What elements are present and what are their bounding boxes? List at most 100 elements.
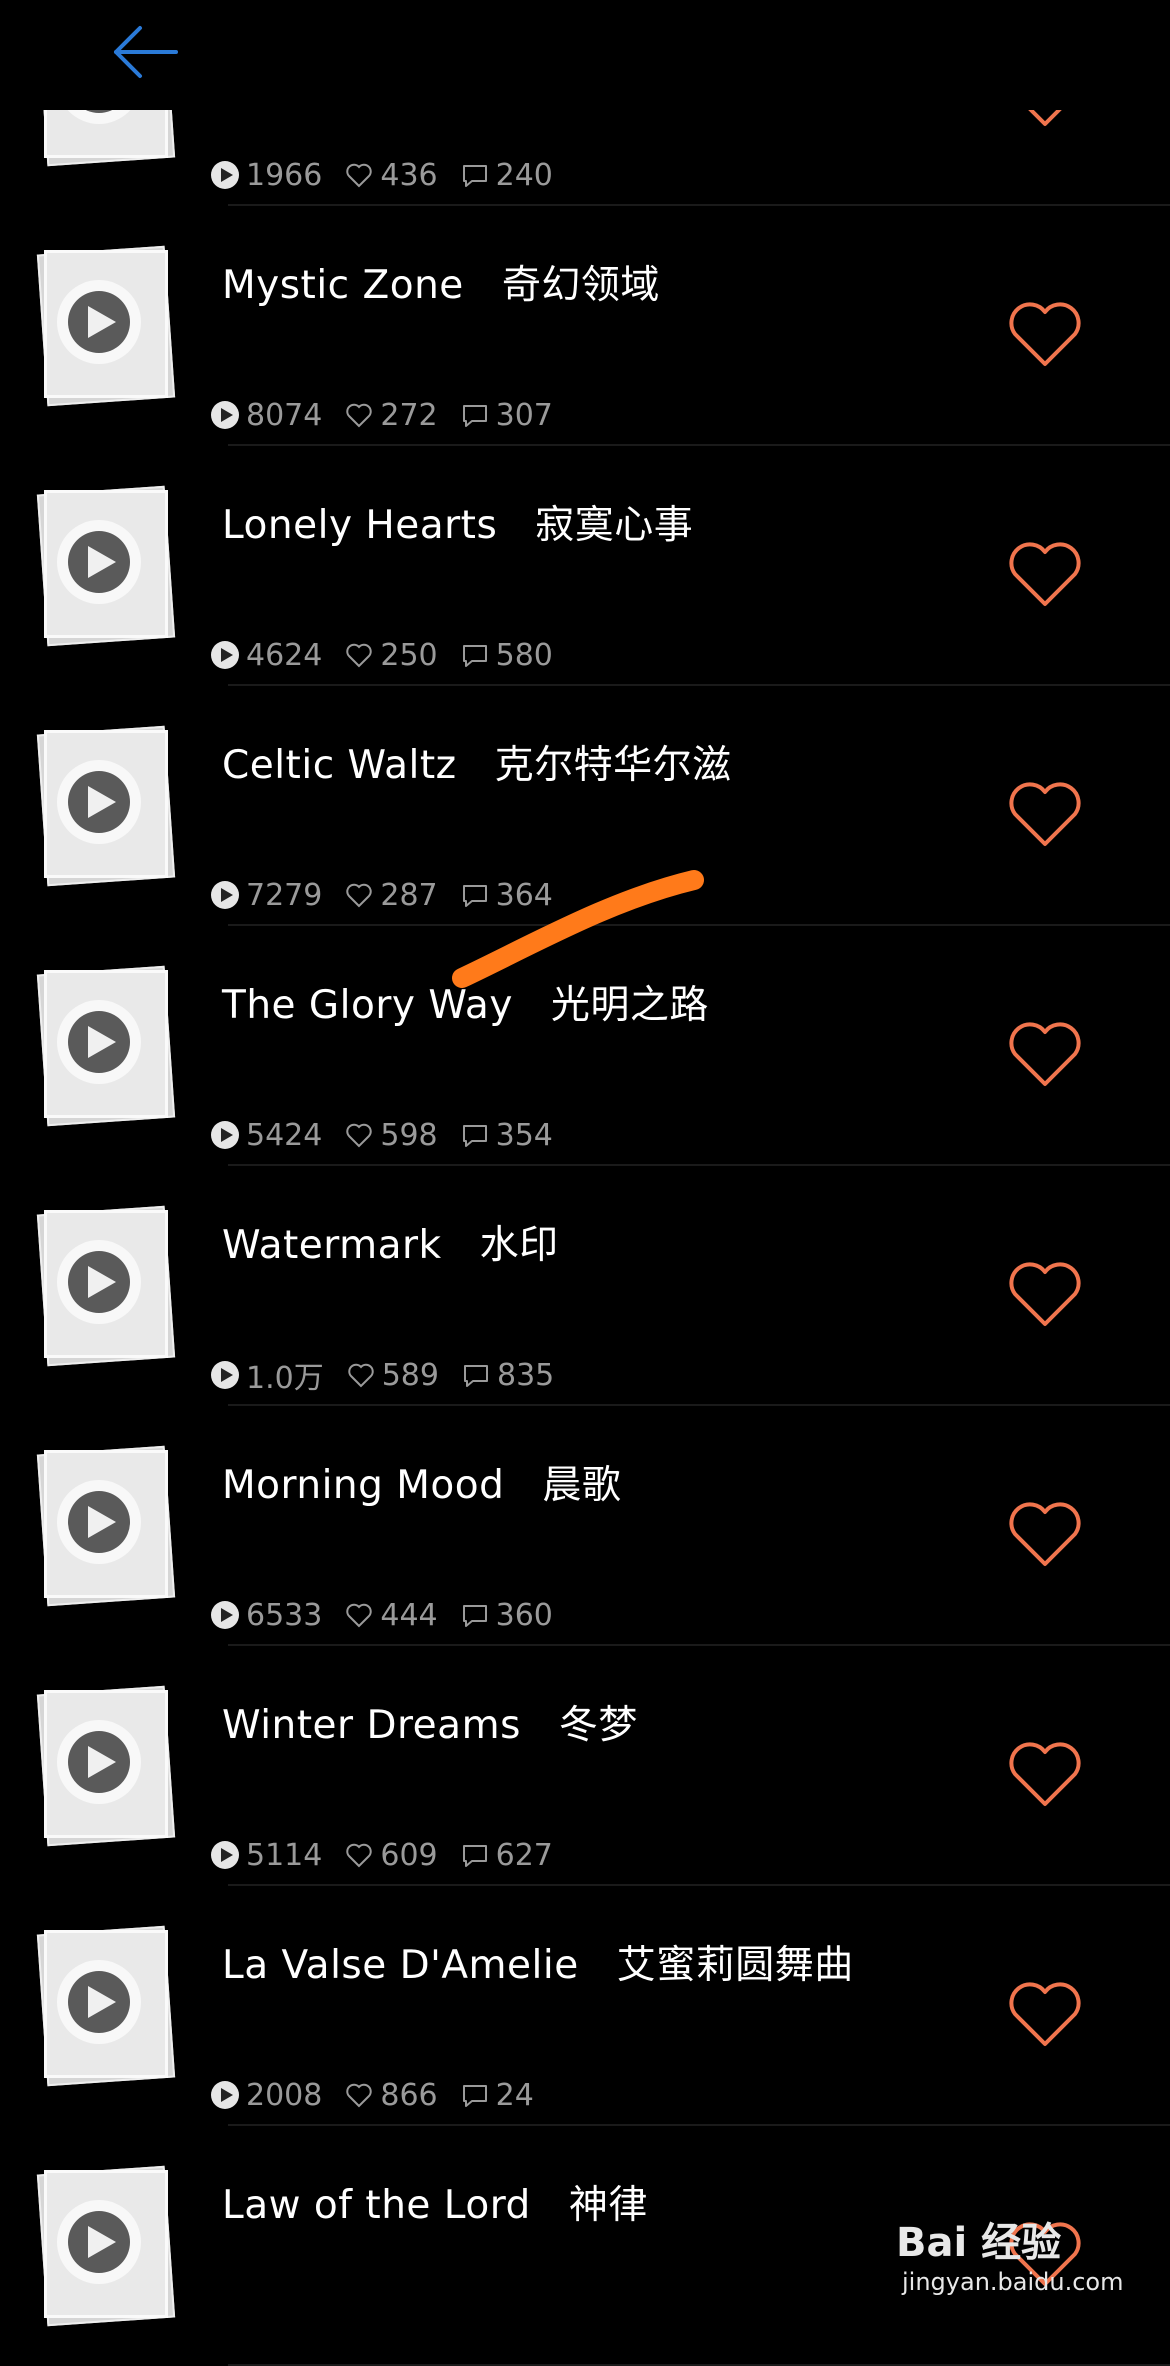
comment-count: 24 <box>495 2077 534 2113</box>
heart-icon[interactable] <box>1006 1260 1084 1330</box>
track-title-zh: 艾蜜莉圆舞曲 <box>616 1943 854 1988</box>
track-row[interactable]: Lonely Hearts 寂寞心事 4624 250 580 <box>0 446 1170 686</box>
comment-count-icon <box>460 1600 490 1630</box>
like-count-icon <box>344 880 374 910</box>
comment-count: 580 <box>495 637 553 673</box>
comment-count: 240 <box>495 157 553 193</box>
comment-count-icon <box>460 160 490 190</box>
track-title[interactable]: The Glory Way 光明之路 <box>222 974 709 1030</box>
like-count: 250 <box>380 637 438 673</box>
like-count: 444 <box>380 1597 438 1633</box>
track-stats: 2008 866 24 <box>210 2076 556 2114</box>
baidu-watermark: Bai 经验 jingyan.baidu.com <box>896 2210 1146 2310</box>
track-row[interactable]: Morning Mood 晨歌 6533 444 360 <box>0 1406 1170 1646</box>
like-count: 589 <box>381 1357 439 1393</box>
play-icon[interactable] <box>84 1983 118 2021</box>
track-row[interactable]: The Glory Way 光明之路 5424 598 354 <box>0 926 1170 1166</box>
play-icon[interactable] <box>84 1023 118 1061</box>
track-title[interactable]: Winter Dreams 冬梦 <box>222 1694 638 1750</box>
track-title-zh: 冬梦 <box>558 1703 638 1748</box>
heart-icon[interactable] <box>1006 1980 1084 2050</box>
track-title-zh: 神律 <box>568 2183 648 2228</box>
play-count-icon <box>210 1840 240 1870</box>
comment-count: 360 <box>495 1597 553 1633</box>
like-count-icon <box>344 160 374 190</box>
play-count-icon <box>210 880 240 910</box>
track-row[interactable]: La Valse D'Amelie 艾蜜莉圆舞曲 2008 866 24 <box>0 1886 1170 2126</box>
comment-count-icon <box>460 640 490 670</box>
play-count: 4624 <box>246 637 323 673</box>
track-row[interactable]: Winter Dreams 冬梦 5114 609 627 <box>0 1646 1170 1886</box>
album-cover[interactable] <box>36 245 176 407</box>
comment-count-icon <box>460 400 490 430</box>
comment-count-icon <box>460 880 490 910</box>
like-count-icon <box>344 640 374 670</box>
album-cover[interactable] <box>36 1925 176 2087</box>
track-title-en: Law of the Lord <box>222 2183 531 2228</box>
track-row[interactable]: Celtic Waltz 克尔特华尔滋 7279 287 364 <box>0 686 1170 926</box>
track-title-en: Morning Mood <box>222 1463 505 1508</box>
heart-icon[interactable] <box>1006 300 1084 370</box>
track-stats: 1.0万 589 835 <box>210 1356 576 1396</box>
track-stats: 8074 272 307 <box>210 396 575 434</box>
like-count: 436 <box>380 157 438 193</box>
comment-count-icon <box>460 1840 490 1870</box>
track-title-en: Watermark <box>222 1223 442 1268</box>
like-count: 287 <box>380 877 438 913</box>
album-cover[interactable] <box>36 1685 176 1847</box>
album-cover[interactable] <box>36 2165 176 2327</box>
album-cover[interactable] <box>36 485 176 647</box>
play-icon[interactable] <box>84 1263 118 1301</box>
track-title[interactable]: Watermark 水印 <box>222 1214 559 1270</box>
arrow-left-icon[interactable] <box>108 22 188 82</box>
comment-count: 627 <box>495 1837 553 1873</box>
play-count-icon <box>210 640 240 670</box>
album-cover[interactable] <box>36 1445 176 1607</box>
watermark-brand: Bai 经验 <box>896 2220 1062 2266</box>
track-title-en: Celtic Waltz <box>222 743 457 788</box>
track-title-en: La Valse D'Amelie <box>222 1943 579 1988</box>
play-icon[interactable] <box>84 1743 118 1781</box>
heart-icon[interactable] <box>1006 780 1084 850</box>
track-title[interactable]: La Valse D'Amelie 艾蜜莉圆舞曲 <box>222 1934 854 1990</box>
track-title[interactable]: Mystic Zone 奇幻领域 <box>222 254 660 310</box>
like-count-icon <box>344 400 374 430</box>
heart-icon[interactable] <box>1006 1500 1084 1570</box>
album-cover[interactable] <box>36 725 176 887</box>
track-row[interactable]: Mystic Zone 奇幻领域 8074 272 307 <box>0 206 1170 446</box>
track-stats: 5424 598 354 <box>210 1116 575 1154</box>
track-row[interactable]: Watermark 水印 1.0万 589 835 <box>0 1166 1170 1406</box>
track-title[interactable]: Law of the Lord 神律 <box>222 2174 648 2230</box>
play-icon[interactable] <box>84 303 118 341</box>
track-title-zh: 光明之路 <box>550 983 709 1028</box>
play-icon[interactable] <box>84 1503 118 1541</box>
track-title[interactable]: Morning Mood 晨歌 <box>222 1454 621 1510</box>
track-title[interactable]: Lonely Hearts 寂寞心事 <box>222 494 693 550</box>
like-count-icon <box>344 1840 374 1870</box>
play-count-icon <box>210 1120 240 1150</box>
like-count: 866 <box>380 2077 438 2113</box>
track-stats: 5114 609 627 <box>210 1836 575 1874</box>
like-count-icon <box>344 2080 374 2110</box>
track-title-zh: 水印 <box>479 1223 559 1268</box>
album-cover[interactable] <box>36 1205 176 1367</box>
play-icon[interactable] <box>84 783 118 821</box>
comment-count-icon <box>460 2080 490 2110</box>
heart-icon[interactable] <box>1006 1740 1084 1810</box>
play-icon[interactable] <box>84 543 118 581</box>
track-title[interactable]: Celtic Waltz 克尔特华尔滋 <box>222 734 732 790</box>
play-icon[interactable] <box>84 2223 118 2261</box>
heart-icon[interactable] <box>1006 540 1084 610</box>
heart-icon[interactable] <box>1006 1020 1084 1090</box>
like-count-icon <box>346 1360 376 1390</box>
play-count: 7279 <box>246 877 323 913</box>
track-title-en: Winter Dreams <box>222 1703 521 1748</box>
play-count-icon <box>210 2080 240 2110</box>
comment-count: 835 <box>496 1357 555 1393</box>
play-count-icon <box>210 400 240 430</box>
album-cover[interactable] <box>36 965 176 1127</box>
track-stats: 1966 436 240 <box>210 156 575 194</box>
like-count: 609 <box>380 1837 438 1873</box>
comment-count-icon <box>460 1120 490 1150</box>
track-title-en: Lonely Hearts <box>222 503 498 548</box>
